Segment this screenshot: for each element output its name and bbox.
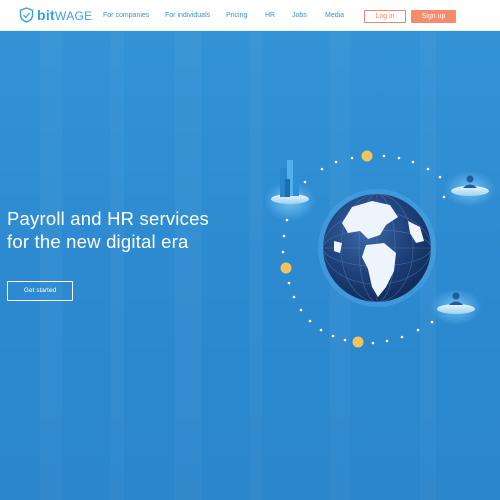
nav-for-companies[interactable]: For companies — [103, 11, 149, 20]
signup-button[interactable]: Sign up — [411, 10, 456, 23]
coin-icon — [280, 262, 292, 274]
hero-section: Payroll and HR services for the new digi… — [0, 31, 500, 500]
shield-logo-icon — [19, 7, 34, 23]
coin-icon — [361, 150, 373, 162]
user-icon — [444, 171, 496, 207]
top-navigation-bar: bitWAGE For companies For individuals Pr… — [0, 0, 500, 31]
nav-pricing[interactable]: Pricing — [226, 11, 247, 20]
nav-hr[interactable]: HR — [265, 11, 275, 20]
nav-for-individuals[interactable]: For individuals — [165, 11, 210, 20]
nav-media[interactable]: Media — [325, 11, 344, 20]
network-illustration — [264, 150, 496, 348]
user-icon — [430, 289, 482, 325]
bitwage-logo[interactable]: bitWAGE — [19, 6, 92, 24]
logo-wordmark: bitWAGE — [37, 6, 92, 25]
logo-wage: WAGE — [55, 8, 93, 23]
globe-icon — [318, 189, 436, 307]
login-button[interactable]: Log in — [364, 10, 406, 23]
coin-icon — [352, 336, 364, 348]
logo-bit: bit — [37, 6, 56, 23]
buildings-icon — [264, 160, 316, 221]
nav-jobs[interactable]: Jobs — [292, 11, 307, 20]
